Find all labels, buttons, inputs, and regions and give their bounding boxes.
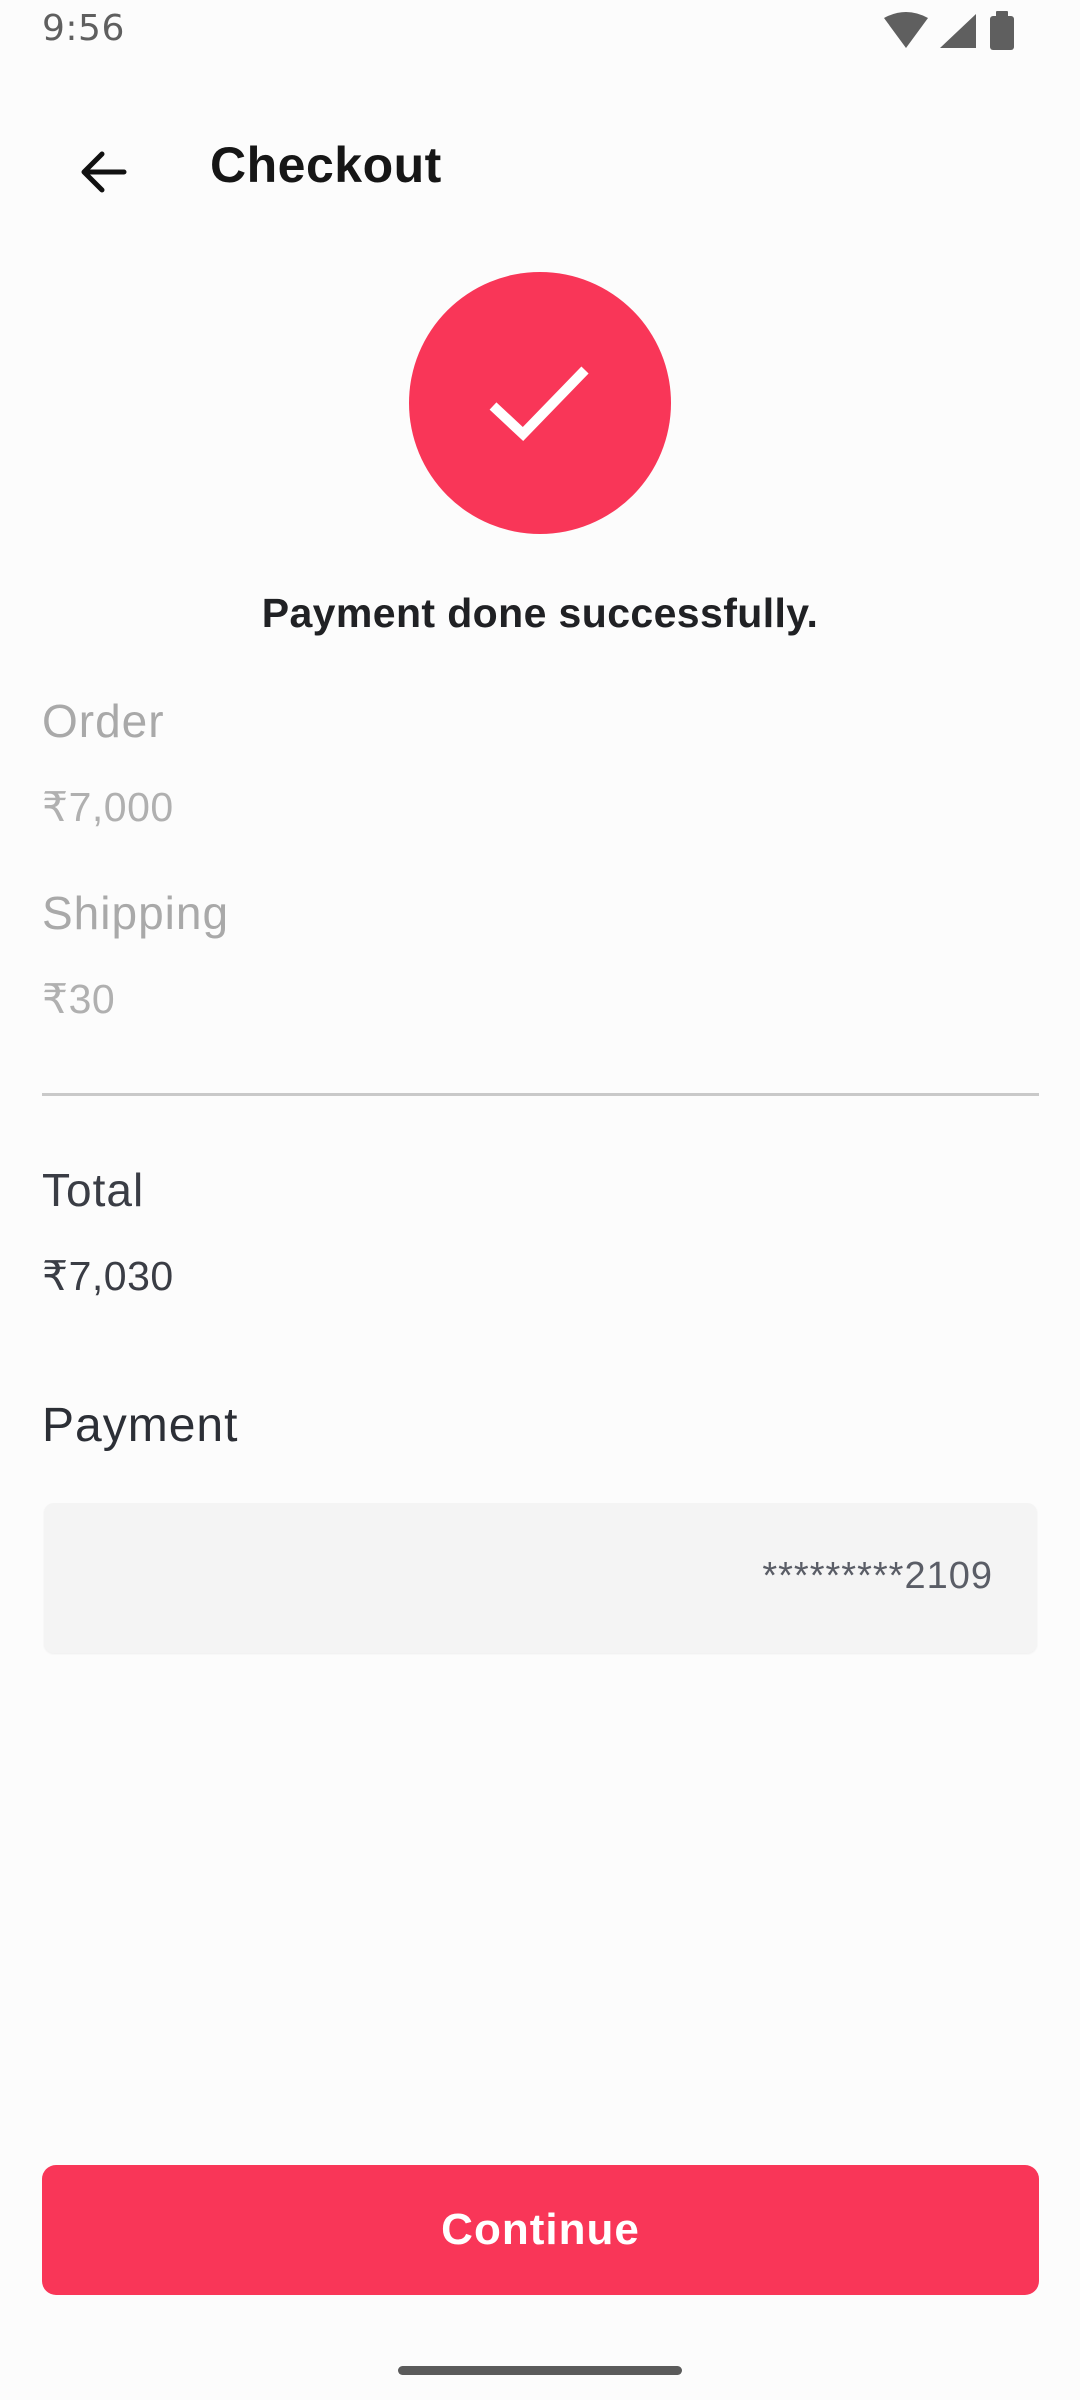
total-label: Total bbox=[42, 1164, 145, 1216]
page-title: Checkout bbox=[210, 137, 442, 193]
wifi-icon bbox=[884, 12, 928, 48]
signal-icon bbox=[940, 14, 976, 48]
payment-card-field[interactable]: *********2109 bbox=[44, 1503, 1037, 1653]
arrow-left-icon bbox=[81, 151, 127, 193]
status-time: 9:56 bbox=[42, 8, 125, 49]
order-value: ₹7,000 bbox=[42, 784, 174, 830]
payment-label: Payment bbox=[42, 1399, 239, 1452]
success-badge bbox=[409, 272, 671, 534]
battery-icon bbox=[990, 11, 1014, 50]
total-value: ₹7,030 bbox=[42, 1253, 174, 1299]
home-indicator[interactable] bbox=[398, 2366, 682, 2375]
checkmark-icon bbox=[489, 366, 589, 442]
card-number-masked: *********2109 bbox=[762, 1555, 993, 1597]
order-label: Order bbox=[42, 695, 165, 747]
status-icons bbox=[880, 10, 1040, 54]
shipping-value: ₹30 bbox=[42, 976, 116, 1022]
shipping-label: Shipping bbox=[42, 887, 230, 939]
continue-button[interactable]: Continue bbox=[42, 2165, 1039, 2295]
summary-divider bbox=[42, 1093, 1039, 1096]
back-button[interactable] bbox=[60, 128, 148, 216]
success-message: Payment done successfully. bbox=[261, 590, 819, 636]
